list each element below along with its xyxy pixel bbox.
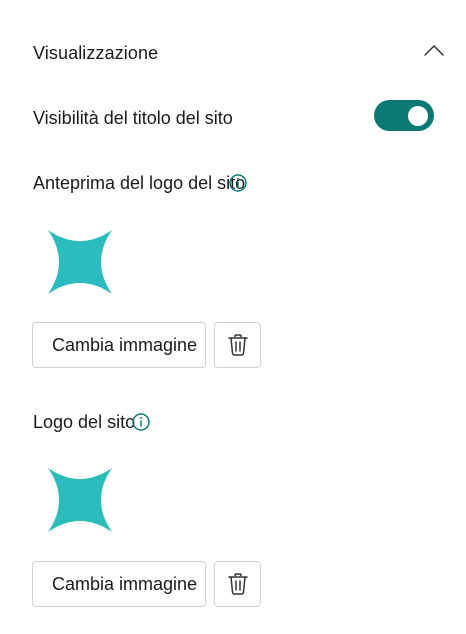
delete-site-logo-button[interactable] [214,561,261,607]
logo-preview-image [48,230,112,294]
delete-logo-preview-button[interactable] [214,322,261,368]
section-title: Visualizzazione [33,43,159,63]
trash-icon [227,334,248,356]
info-icon[interactable] [132,413,150,431]
site-title-visibility-label: Visibilità del titolo del sito [33,108,233,128]
collapse-button[interactable] [420,36,448,64]
logo-preview-label: Anteprima del logo del sito [33,173,246,193]
chevron-up-icon [424,45,444,56]
change-site-logo-button[interactable]: Cambia immagine [32,561,206,607]
site-logo-image [48,468,112,532]
site-title-visibility-toggle[interactable] [374,100,434,131]
toggle-knob [408,105,428,126]
trash-icon [227,573,248,595]
change-logo-preview-button[interactable]: Cambia immagine [32,322,206,368]
info-icon[interactable] [229,174,247,192]
site-logo-label: Logo del sito [33,412,136,432]
